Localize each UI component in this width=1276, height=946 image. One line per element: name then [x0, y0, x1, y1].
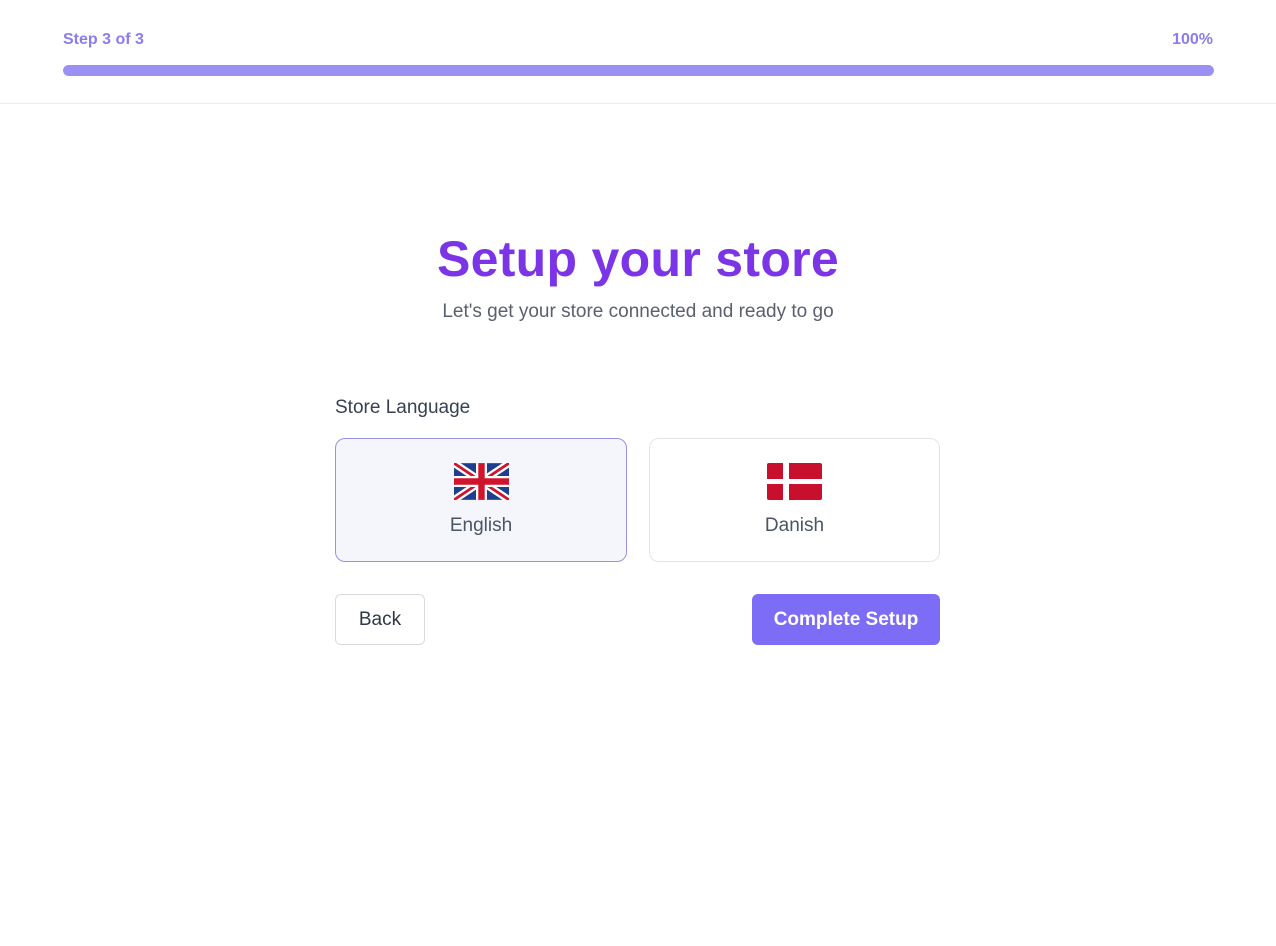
complete-setup-button[interactable]: Complete Setup: [752, 594, 940, 645]
language-option-english[interactable]: English: [335, 438, 627, 562]
progress-header: Step 3 of 3 100%: [0, 0, 1276, 104]
language-option-label: Danish: [764, 515, 825, 536]
step-indicator: Step 3 of 3: [63, 31, 144, 48]
uk-flag-icon: [454, 463, 509, 500]
back-button[interactable]: Back: [335, 594, 425, 645]
progress-bar-fill: [63, 65, 1214, 76]
language-option-danish[interactable]: Danish: [649, 438, 940, 562]
title-container: Setup your store: [0, 228, 1276, 290]
page-subtitle: Let's get your store connected and ready…: [442, 301, 834, 322]
language-option-label: English: [449, 515, 513, 536]
page-title: Setup your store: [436, 228, 840, 290]
store-language-label: Store Language: [335, 397, 471, 418]
progress-percent: 100%: [1172, 31, 1213, 48]
denmark-flag-icon: [767, 463, 822, 500]
page-title-text: Setup your store: [436, 231, 840, 287]
progress-bar: [63, 65, 1214, 76]
